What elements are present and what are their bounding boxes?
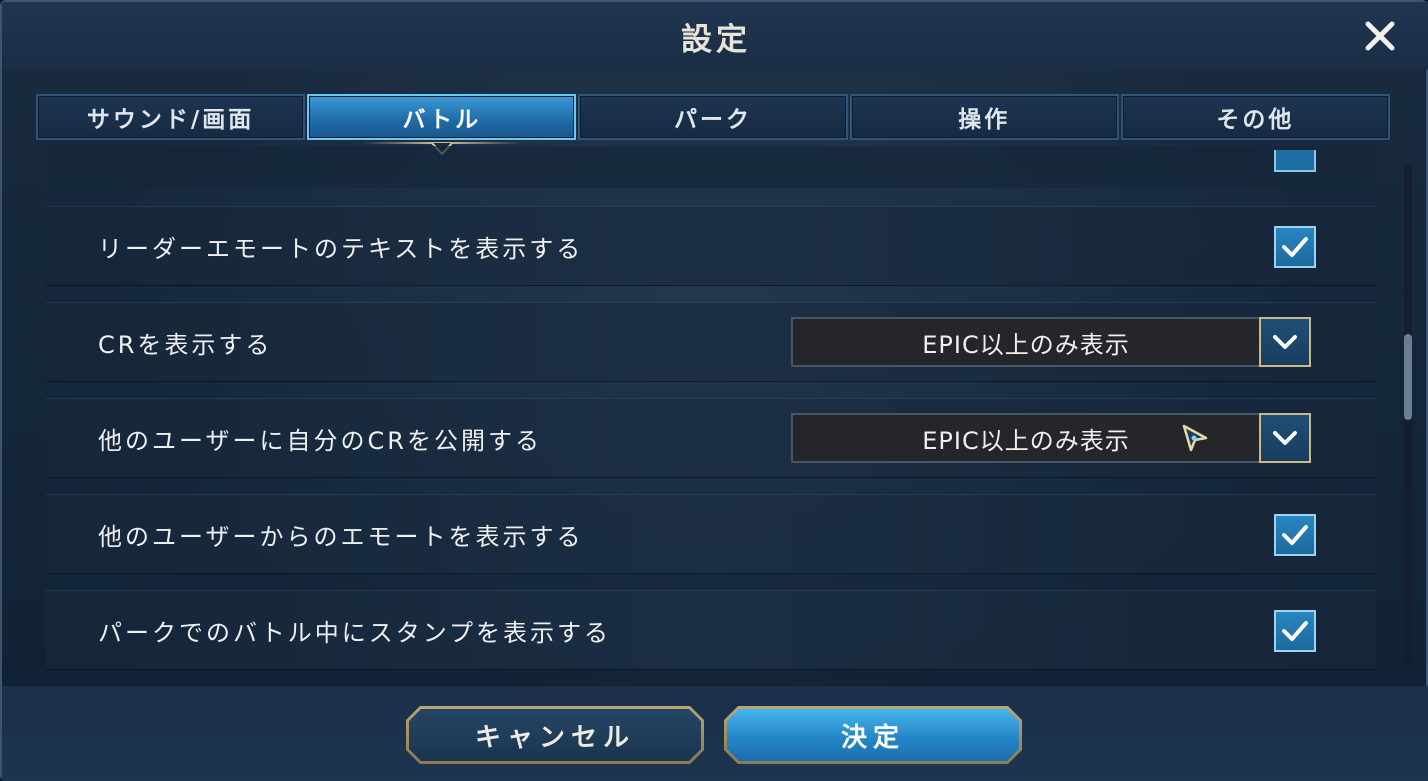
setting-label: CRを表示する	[98, 331, 273, 359]
other-user-emote-checkbox[interactable]	[1274, 514, 1316, 556]
park-battle-stamp-checkbox[interactable]	[1274, 610, 1316, 652]
list-item-partial	[46, 146, 1376, 188]
confirm-button[interactable]: 決定	[724, 706, 1022, 764]
dropdown-toggle[interactable]	[1259, 317, 1311, 367]
tab-park[interactable]: パーク	[578, 94, 848, 140]
checkmark-icon	[1282, 621, 1308, 641]
cancel-button-label: キャンセル	[409, 709, 701, 761]
setting-label: リーダーエモートのテキストを表示する	[98, 235, 584, 263]
setting-label: パークでのバトル中にスタンプを表示する	[98, 619, 611, 647]
confirm-button-label: 決定	[727, 709, 1019, 761]
setting-label: 他のユーザーに自分のCRを公開する	[98, 427, 542, 455]
close-icon	[1365, 21, 1395, 51]
show-cr-dropdown[interactable]: EPIC以上のみ表示	[791, 317, 1311, 367]
scrollbar-thumb[interactable]	[1404, 334, 1412, 420]
cursor-icon	[1182, 424, 1208, 452]
tab-bar: サウンド/画面 バトル パーク 操作 その他	[36, 94, 1392, 142]
chevron-down-icon	[1273, 431, 1297, 445]
scrollbar[interactable]	[1404, 164, 1412, 666]
close-button[interactable]	[1358, 14, 1402, 58]
checkmark-icon	[1282, 237, 1308, 257]
tab-sound-screen[interactable]: サウンド/画面	[36, 94, 306, 140]
setting-row-show-cr: CRを表示する EPIC以上のみ表示	[46, 302, 1376, 382]
cancel-button[interactable]: キャンセル	[406, 706, 704, 764]
chevron-down-icon	[1273, 335, 1297, 349]
publish-cr-dropdown[interactable]: EPIC以上のみ表示	[791, 413, 1311, 463]
setting-row-other-user-emote: 他のユーザーからのエモートを表示する	[46, 494, 1376, 574]
dropdown-value: EPIC以上のみ表示	[791, 317, 1261, 367]
setting-row-park-battle-stamp: パークでのバトル中にスタンプを表示する	[46, 590, 1376, 670]
setting-label: 他のユーザーからのエモートを表示する	[98, 523, 584, 551]
settings-list[interactable]: リーダーエモートのテキストを表示する CRを表示する EPIC以上のみ表示 他の…	[38, 146, 1398, 682]
dropdown-toggle[interactable]	[1259, 413, 1311, 463]
dialog-title: 設定	[681, 22, 751, 58]
setting-row-leader-emote-text: リーダーエモートのテキストを表示する	[46, 206, 1376, 286]
title-bar: 設定	[2, 2, 1428, 70]
partial-checkbox[interactable]	[1274, 150, 1316, 172]
leader-emote-text-checkbox[interactable]	[1274, 226, 1316, 268]
tab-controls[interactable]: 操作	[849, 94, 1119, 140]
checkmark-icon	[1282, 525, 1308, 545]
dialog-footer: キャンセル 決定	[2, 686, 1428, 781]
tab-battle[interactable]: バトル	[307, 94, 577, 140]
setting-row-publish-cr: 他のユーザーに自分のCRを公開する EPIC以上のみ表示	[46, 398, 1376, 478]
settings-dialog: 設定 サウンド/画面 バトル パーク 操作 その他 リーダーエモートのテキストを…	[0, 0, 1428, 781]
tab-other[interactable]: その他	[1120, 94, 1391, 140]
